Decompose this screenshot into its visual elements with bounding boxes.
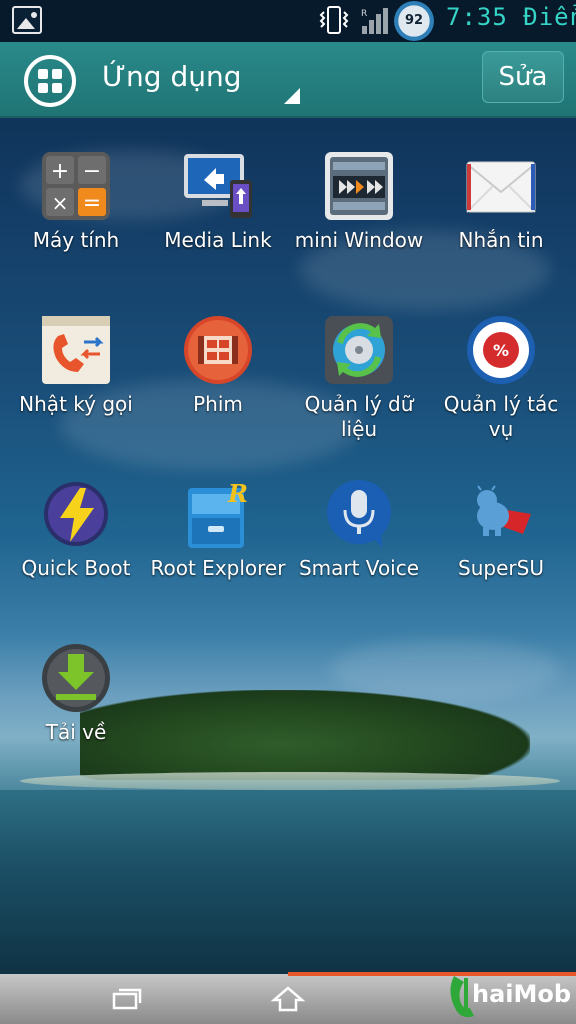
messages-icon — [466, 161, 536, 213]
status-bar: R 92 7:35 Điển — [0, 0, 576, 42]
home-icon[interactable] — [270, 984, 306, 1012]
calculator-icon: + − × = — [42, 152, 110, 220]
app-label: Nhật ký gọi — [19, 392, 133, 416]
smart-voice-icon — [327, 480, 391, 548]
app-label: SuperSU — [458, 556, 544, 580]
carrier-name: Điển — [523, 3, 576, 31]
quick-boot-icon — [44, 482, 108, 546]
recent-apps-icon[interactable] — [112, 988, 142, 1010]
app-film[interactable]: Phim — [147, 314, 289, 464]
app-supersu[interactable]: SuperSU — [430, 478, 572, 628]
svg-text:R: R — [361, 9, 367, 19]
app-label: Tải về — [45, 720, 107, 744]
signal-icon: R — [361, 8, 388, 34]
app-label: Media Link — [164, 228, 272, 252]
app-label: Quick Boot — [21, 556, 131, 580]
vibrate-icon — [319, 6, 349, 34]
call-log-icon — [42, 316, 110, 384]
app-media-link[interactable]: Media Link — [147, 150, 289, 300]
clock: 7:35 — [446, 3, 508, 31]
app-calculator[interactable]: + − × = Máy tính — [5, 150, 147, 300]
thaimobile-logo: haiMobile — [450, 976, 572, 1018]
svg-text:R: R — [227, 479, 248, 508]
app-label: Máy tính — [32, 228, 120, 252]
app-mini-window[interactable]: mini Window — [288, 150, 430, 300]
root-explorer-icon: R — [188, 479, 248, 548]
supersu-icon — [477, 485, 531, 536]
downloads-icon — [42, 644, 110, 712]
media-link-icon — [184, 154, 252, 218]
app-label: Quản lý tác vụ — [443, 392, 559, 441]
data-manager-icon — [325, 316, 393, 384]
app-smart-voice[interactable]: Smart Voice — [288, 478, 430, 628]
app-messages[interactable]: Nhắn tin — [430, 150, 572, 300]
app-label: Phim — [193, 392, 243, 416]
island — [80, 690, 530, 780]
mini-window-icon — [325, 152, 393, 220]
task-manager-icon: % — [467, 316, 535, 384]
app-downloads[interactable]: Tải về — [5, 642, 147, 792]
app-task-manager[interactable]: % Quản lý tác vụ — [430, 314, 572, 464]
app-label: Nhắn tin — [458, 228, 544, 252]
watermark-text: haiMobile — [472, 980, 572, 1008]
image-notification-icon[interactable] — [12, 6, 42, 34]
app-label: Quản lý dữ liệu — [304, 392, 414, 441]
app-label: Root Explorer — [150, 556, 286, 580]
battery-icon: 92 — [394, 1, 434, 41]
app-label: Smart Voice — [298, 556, 420, 580]
app-call-log[interactable]: Nhật ký gọi — [5, 314, 147, 464]
app-quick-boot[interactable]: Quick Boot — [5, 478, 147, 628]
status-time-carrier: 7:35 Điển — [446, 3, 576, 31]
svg-text:+: + — [51, 159, 69, 184]
app-root-explorer[interactable]: R Root Explorer — [147, 478, 289, 628]
page-title[interactable]: Ứng dụng — [102, 60, 241, 93]
app-grid-icon[interactable] — [24, 55, 76, 107]
svg-text:=: = — [83, 191, 101, 216]
sea — [0, 790, 576, 975]
svg-text:−: − — [83, 159, 101, 184]
film-icon — [184, 316, 252, 384]
app-data-manager[interactable]: Quản lý dữ liệu — [288, 314, 430, 464]
dropdown-caret-icon[interactable] — [284, 88, 300, 104]
edit-button[interactable]: Sửa — [482, 51, 564, 103]
app-label: mini Window — [294, 228, 424, 252]
svg-text:%: % — [493, 341, 509, 360]
action-bar: Ứng dụng Sửa — [0, 42, 576, 118]
svg-text:×: × — [52, 191, 69, 215]
